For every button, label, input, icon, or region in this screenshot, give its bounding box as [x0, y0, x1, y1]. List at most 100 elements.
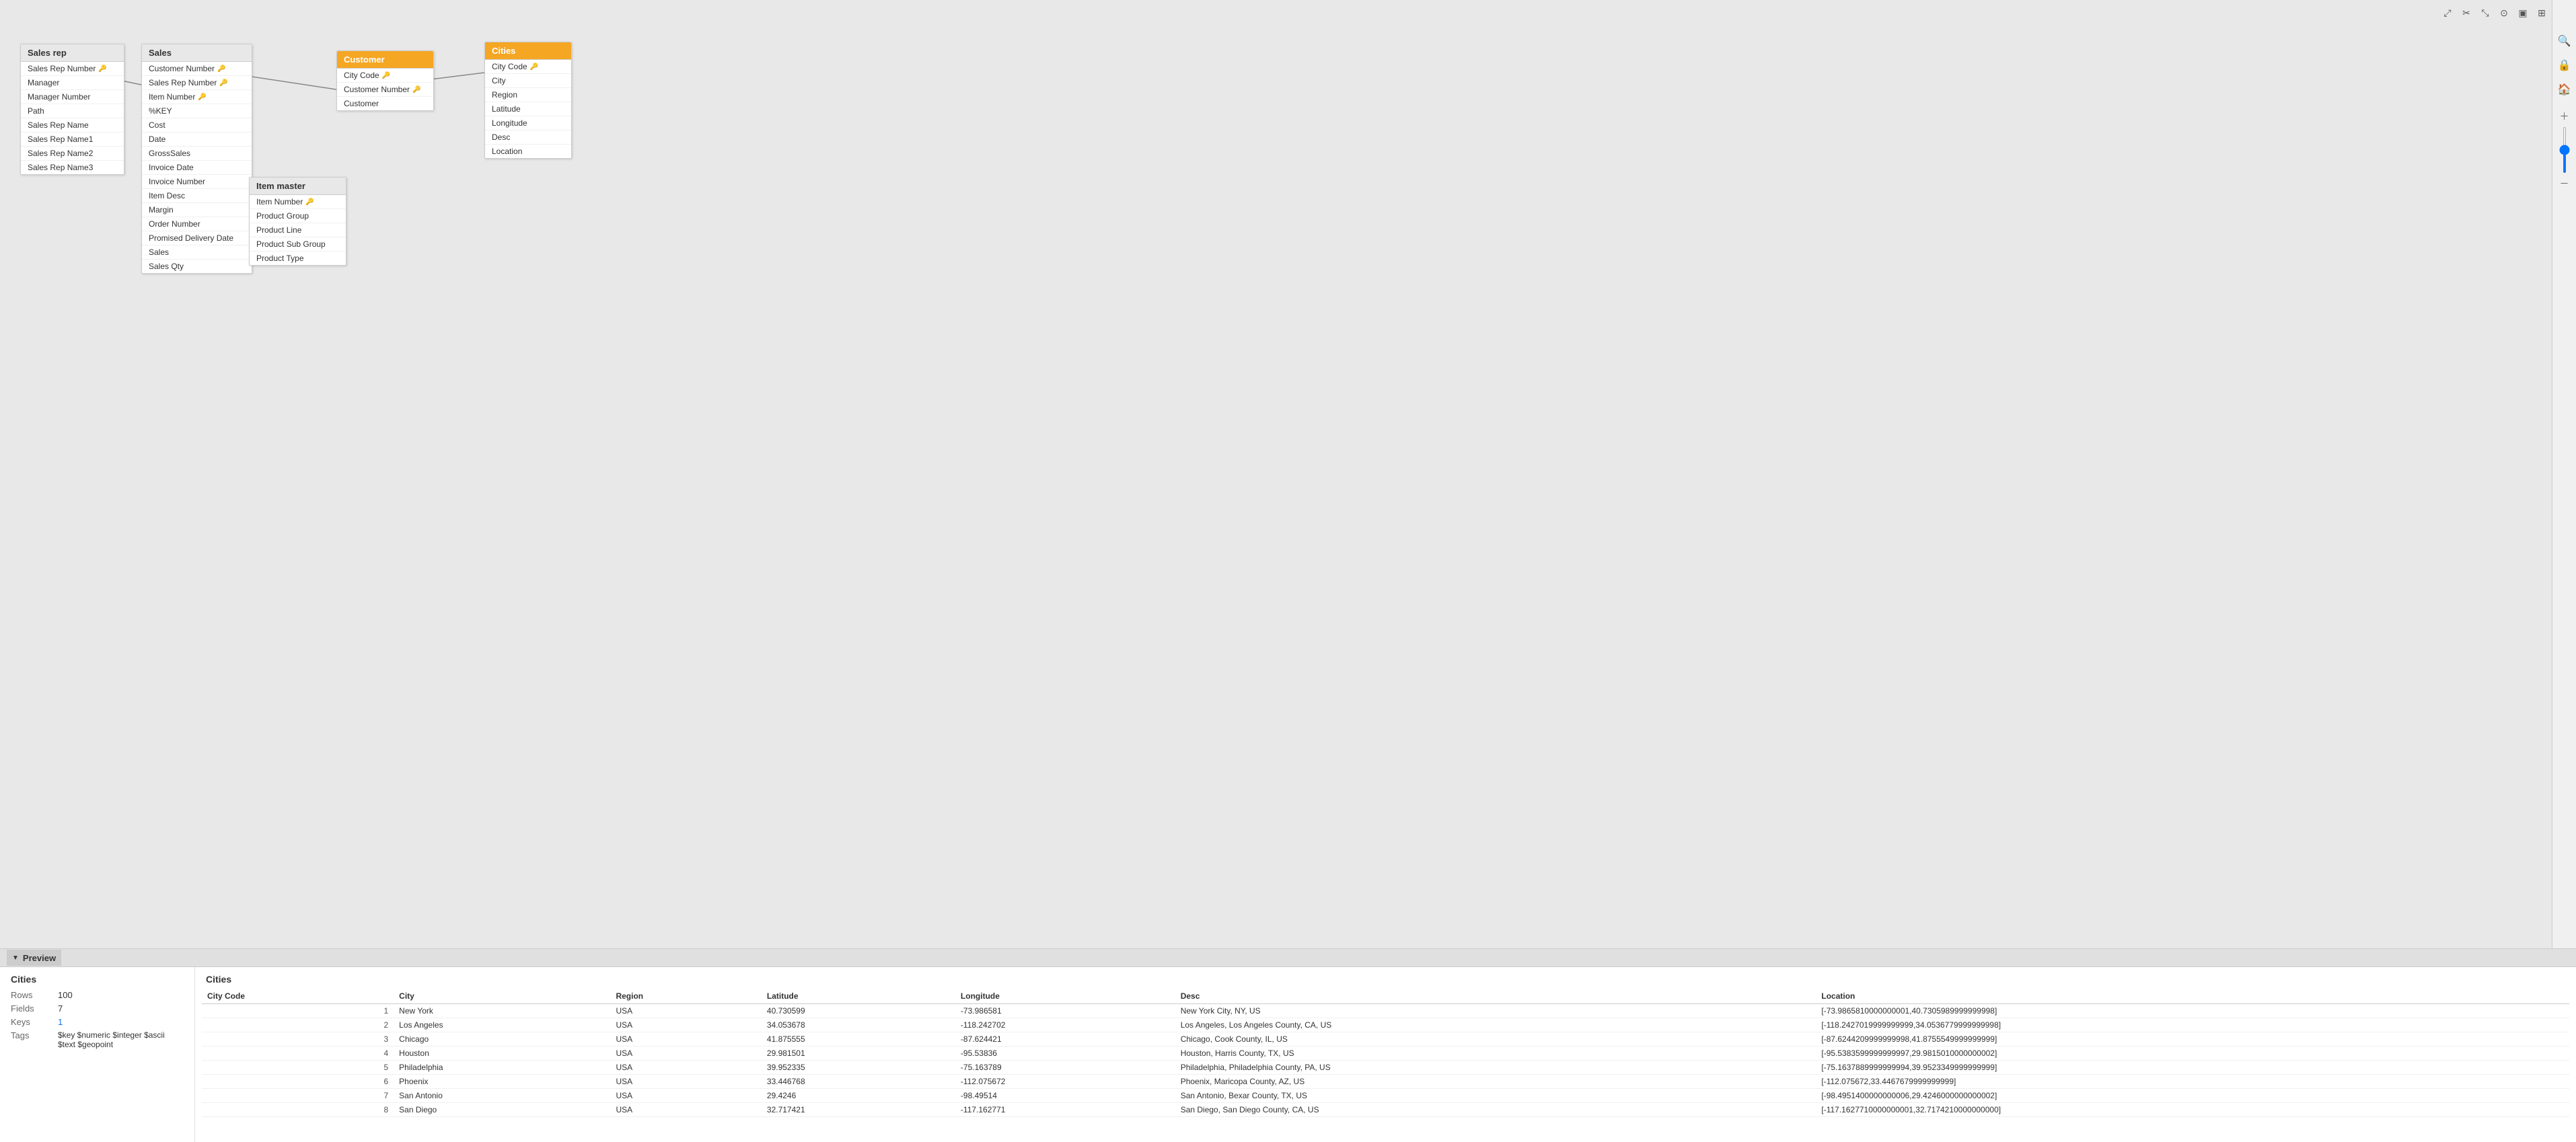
table-cell: 6	[202, 1075, 394, 1089]
table-cell: 34.053678	[762, 1018, 955, 1032]
sales-body: Customer Number 🔑 Sales Rep Number 🔑 Ite…	[142, 62, 252, 273]
preview-label: ▼ Preview	[7, 950, 61, 966]
item-master-table[interactable]: Item master Item Number 🔑 Product Group …	[249, 177, 346, 266]
field-product-sub-group: Product Sub Group	[250, 237, 346, 252]
field-sales: Sales	[142, 245, 252, 260]
table-cell: New York	[394, 1004, 610, 1018]
rows-value: 100	[58, 990, 73, 1000]
table-cell: Los Angeles, Los Angeles County, CA, US	[1175, 1018, 1816, 1032]
table-cell: USA	[610, 1046, 761, 1061]
table-cell: -112.075672	[955, 1075, 1175, 1089]
field-sales-qty: Sales Qty	[142, 260, 252, 273]
field-sales-rep-name1: Sales Rep Name1	[21, 132, 124, 147]
sales-table[interactable]: Sales Customer Number 🔑 Sales Rep Number…	[141, 44, 252, 274]
table-cell: USA	[610, 1018, 761, 1032]
item-master-header: Item master	[250, 178, 346, 195]
table-row: 1New YorkUSA40.730599-73.986581New York …	[202, 1004, 2569, 1018]
lock-icon[interactable]: 🔒	[2557, 58, 2572, 73]
data-panel-title: Cities	[202, 967, 2569, 989]
table-cell: 29.4246	[762, 1089, 955, 1103]
col-region: Region	[610, 989, 761, 1004]
customer-body: City Code 🔑 Customer Number 🔑 Customer	[337, 69, 433, 110]
preview-area: Cities Rows 100 Fields 7 Keys 1 Tags $ke…	[0, 967, 2576, 1142]
compress-icon[interactable]: ⤡	[2478, 5, 2493, 20]
toolbar: ⤢ ✂ ⤡ ⊙ ▣ ⊞	[2440, 5, 2549, 20]
field-sales-rep-name3: Sales Rep Name3	[21, 161, 124, 174]
grid-icon[interactable]: ▣	[2515, 5, 2530, 20]
table-cell: Houston	[394, 1046, 610, 1061]
table-cell: Houston, Harris County, TX, US	[1175, 1046, 1816, 1061]
data-table: City Code City Region Latitude Longitude…	[202, 989, 2569, 1117]
fit-icon[interactable]: ⤢	[2440, 5, 2455, 20]
table-cell: USA	[610, 1075, 761, 1089]
col-longitude: Longitude	[955, 989, 1175, 1004]
cities-table[interactable]: Cities City Code 🔑 City Region Latitude …	[484, 42, 572, 159]
table-cell: Phoenix, Maricopa County, AZ, US	[1175, 1075, 1816, 1089]
field-manager: Manager	[21, 76, 124, 90]
rows-info: Rows 100	[11, 990, 184, 1000]
tags-label: Tags	[11, 1030, 51, 1049]
table-row: 7San AntonioUSA29.4246-98.49514San Anton…	[202, 1089, 2569, 1103]
search-icon[interactable]: 🔍	[2557, 34, 2572, 48]
field-city-code-cities: City Code 🔑	[485, 60, 571, 74]
preview-content: Cities Rows 100 Fields 7 Keys 1 Tags $ke…	[0, 967, 2576, 1142]
field-customer-number-customer: Customer Number 🔑	[337, 83, 433, 97]
col-city-code: City Code	[202, 989, 394, 1004]
table-cell: 29.981501	[762, 1046, 955, 1061]
fields-info: Fields 7	[11, 1003, 184, 1014]
customer-header: Customer	[337, 51, 433, 69]
chevron-icon: ▼	[12, 954, 19, 962]
field-invoice-number: Invoice Number	[142, 175, 252, 189]
table-body: 1New YorkUSA40.730599-73.986581New York …	[202, 1004, 2569, 1117]
field-item-number-sales: Item Number 🔑	[142, 90, 252, 104]
table-cell: San Antonio, Bexar County, TX, US	[1175, 1089, 1816, 1103]
field-sales-rep-number-sales: Sales Rep Number 🔑	[142, 76, 252, 90]
sales-rep-header: Sales rep	[21, 44, 124, 62]
zoom-controls: ＋ －	[2557, 109, 2572, 191]
zoom-in-icon[interactable]: ＋	[2557, 109, 2572, 124]
table-cell: [-75.1637889999999994,39.952334999999999…	[1816, 1061, 2569, 1075]
field-sales-rep-name2: Sales Rep Name2	[21, 147, 124, 161]
layout-icon[interactable]: ⊞	[2534, 5, 2549, 20]
cities-header: Cities	[485, 42, 571, 60]
sales-header: Sales	[142, 44, 252, 62]
fields-value: 7	[58, 1003, 63, 1014]
field-order-number: Order Number	[142, 217, 252, 231]
customer-table[interactable]: Customer City Code 🔑 Customer Number 🔑 C…	[336, 50, 434, 111]
field-product-line: Product Line	[250, 223, 346, 237]
field-customer-number: Customer Number 🔑	[142, 62, 252, 76]
divider[interactable]: ▼ Preview	[0, 948, 2576, 967]
table-cell: San Diego, San Diego County, CA, US	[1175, 1103, 1816, 1117]
table-row: 2Los AngelesUSA34.053678-118.242702Los A…	[202, 1018, 2569, 1032]
info-panel-title: Cities	[11, 974, 184, 985]
field-margin: Margin	[142, 203, 252, 217]
table-cell: New York City, NY, US	[1175, 1004, 1816, 1018]
home-icon[interactable]: 🏠	[2557, 82, 2572, 97]
table-cell: -95.53836	[955, 1046, 1175, 1061]
field-latitude: Latitude	[485, 102, 571, 116]
field-longitude: Longitude	[485, 116, 571, 130]
table-cell: -73.986581	[955, 1004, 1175, 1018]
table-cell: 3	[202, 1032, 394, 1046]
col-location: Location	[1816, 989, 2569, 1004]
table-row: 5PhiladelphiaUSA39.952335-75.163789Phila…	[202, 1061, 2569, 1075]
table-cell: Phoenix	[394, 1075, 610, 1089]
table-cell: -98.49514	[955, 1089, 1175, 1103]
zoom-slider[interactable]	[2563, 126, 2566, 174]
field-percent-key: %KEY	[142, 104, 252, 118]
table-row: 6PhoenixUSA33.446768-112.075672Phoenix, …	[202, 1075, 2569, 1089]
sales-rep-table[interactable]: Sales rep Sales Rep Number 🔑 Manager Man…	[20, 44, 124, 175]
settings-icon[interactable]: ⊙	[2497, 5, 2511, 20]
table-cell: -87.624421	[955, 1032, 1175, 1046]
table-cell: USA	[610, 1061, 761, 1075]
cities-body: City Code 🔑 City Region Latitude Longitu…	[485, 60, 571, 158]
zoom-out-icon[interactable]: －	[2557, 176, 2572, 191]
data-panel[interactable]: Cities City Code City Region Latitude Lo…	[195, 967, 2576, 1142]
cut-icon[interactable]: ✂	[2459, 5, 2474, 20]
keys-label: Keys	[11, 1017, 51, 1027]
diagram-area[interactable]: Sales rep Sales Rep Number 🔑 Manager Man…	[0, 0, 2576, 948]
info-panel: Cities Rows 100 Fields 7 Keys 1 Tags $ke…	[0, 967, 195, 1142]
field-manager-number: Manager Number	[21, 90, 124, 104]
field-invoice-date: Invoice Date	[142, 161, 252, 175]
field-region: Region	[485, 88, 571, 102]
